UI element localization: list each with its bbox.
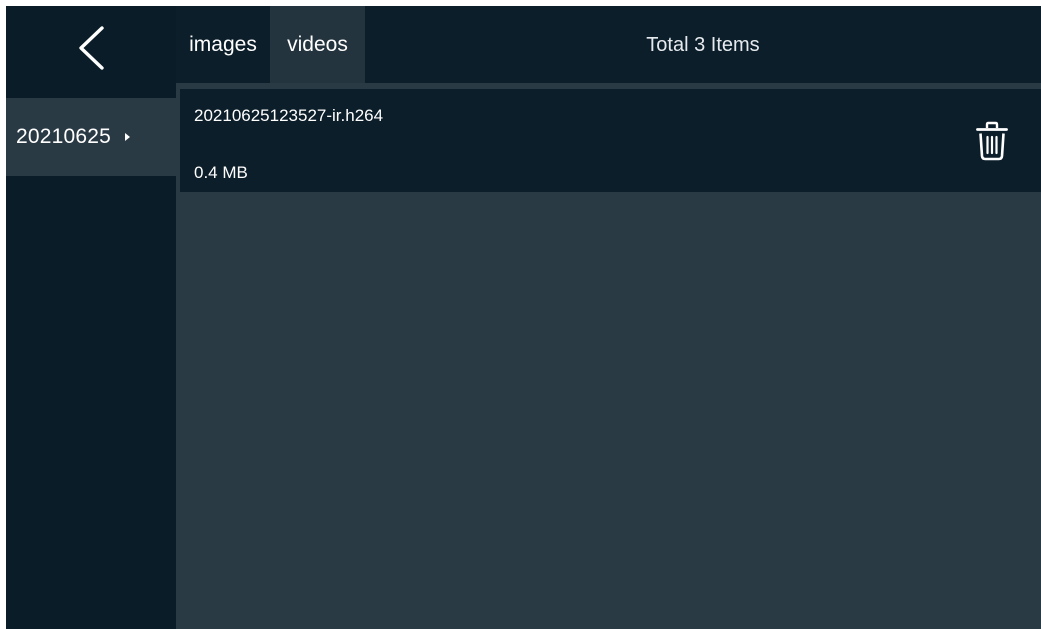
- sidebar: 20210625: [6, 6, 176, 629]
- header: images videos Total 3 Items: [176, 6, 1041, 83]
- chevron-left-icon: [79, 26, 104, 70]
- tab-images[interactable]: images: [176, 6, 270, 83]
- back-button[interactable]: [6, 6, 176, 90]
- tab-videos[interactable]: videos: [270, 6, 365, 83]
- file-name: 20210625123527-ir.h264: [194, 106, 384, 125]
- sidebar-item-date[interactable]: 20210625: [6, 98, 176, 176]
- file-list: 20210625123527-ir.h264 0.4 MB: [176, 83, 1041, 629]
- file-size: 0.4 MB: [194, 163, 248, 182]
- delete-button[interactable]: [967, 116, 1017, 166]
- triangle-right-icon: [125, 133, 131, 141]
- item-count: Total 3 Items: [646, 34, 760, 56]
- file-browser-app: 20210625 images videos Total 3 Items 202…: [6, 6, 1041, 629]
- sidebar-item-label: 20210625: [16, 125, 112, 148]
- trash-icon: [976, 121, 1008, 161]
- list-item[interactable]: 20210625123527-ir.h264 0.4 MB: [180, 89, 1041, 192]
